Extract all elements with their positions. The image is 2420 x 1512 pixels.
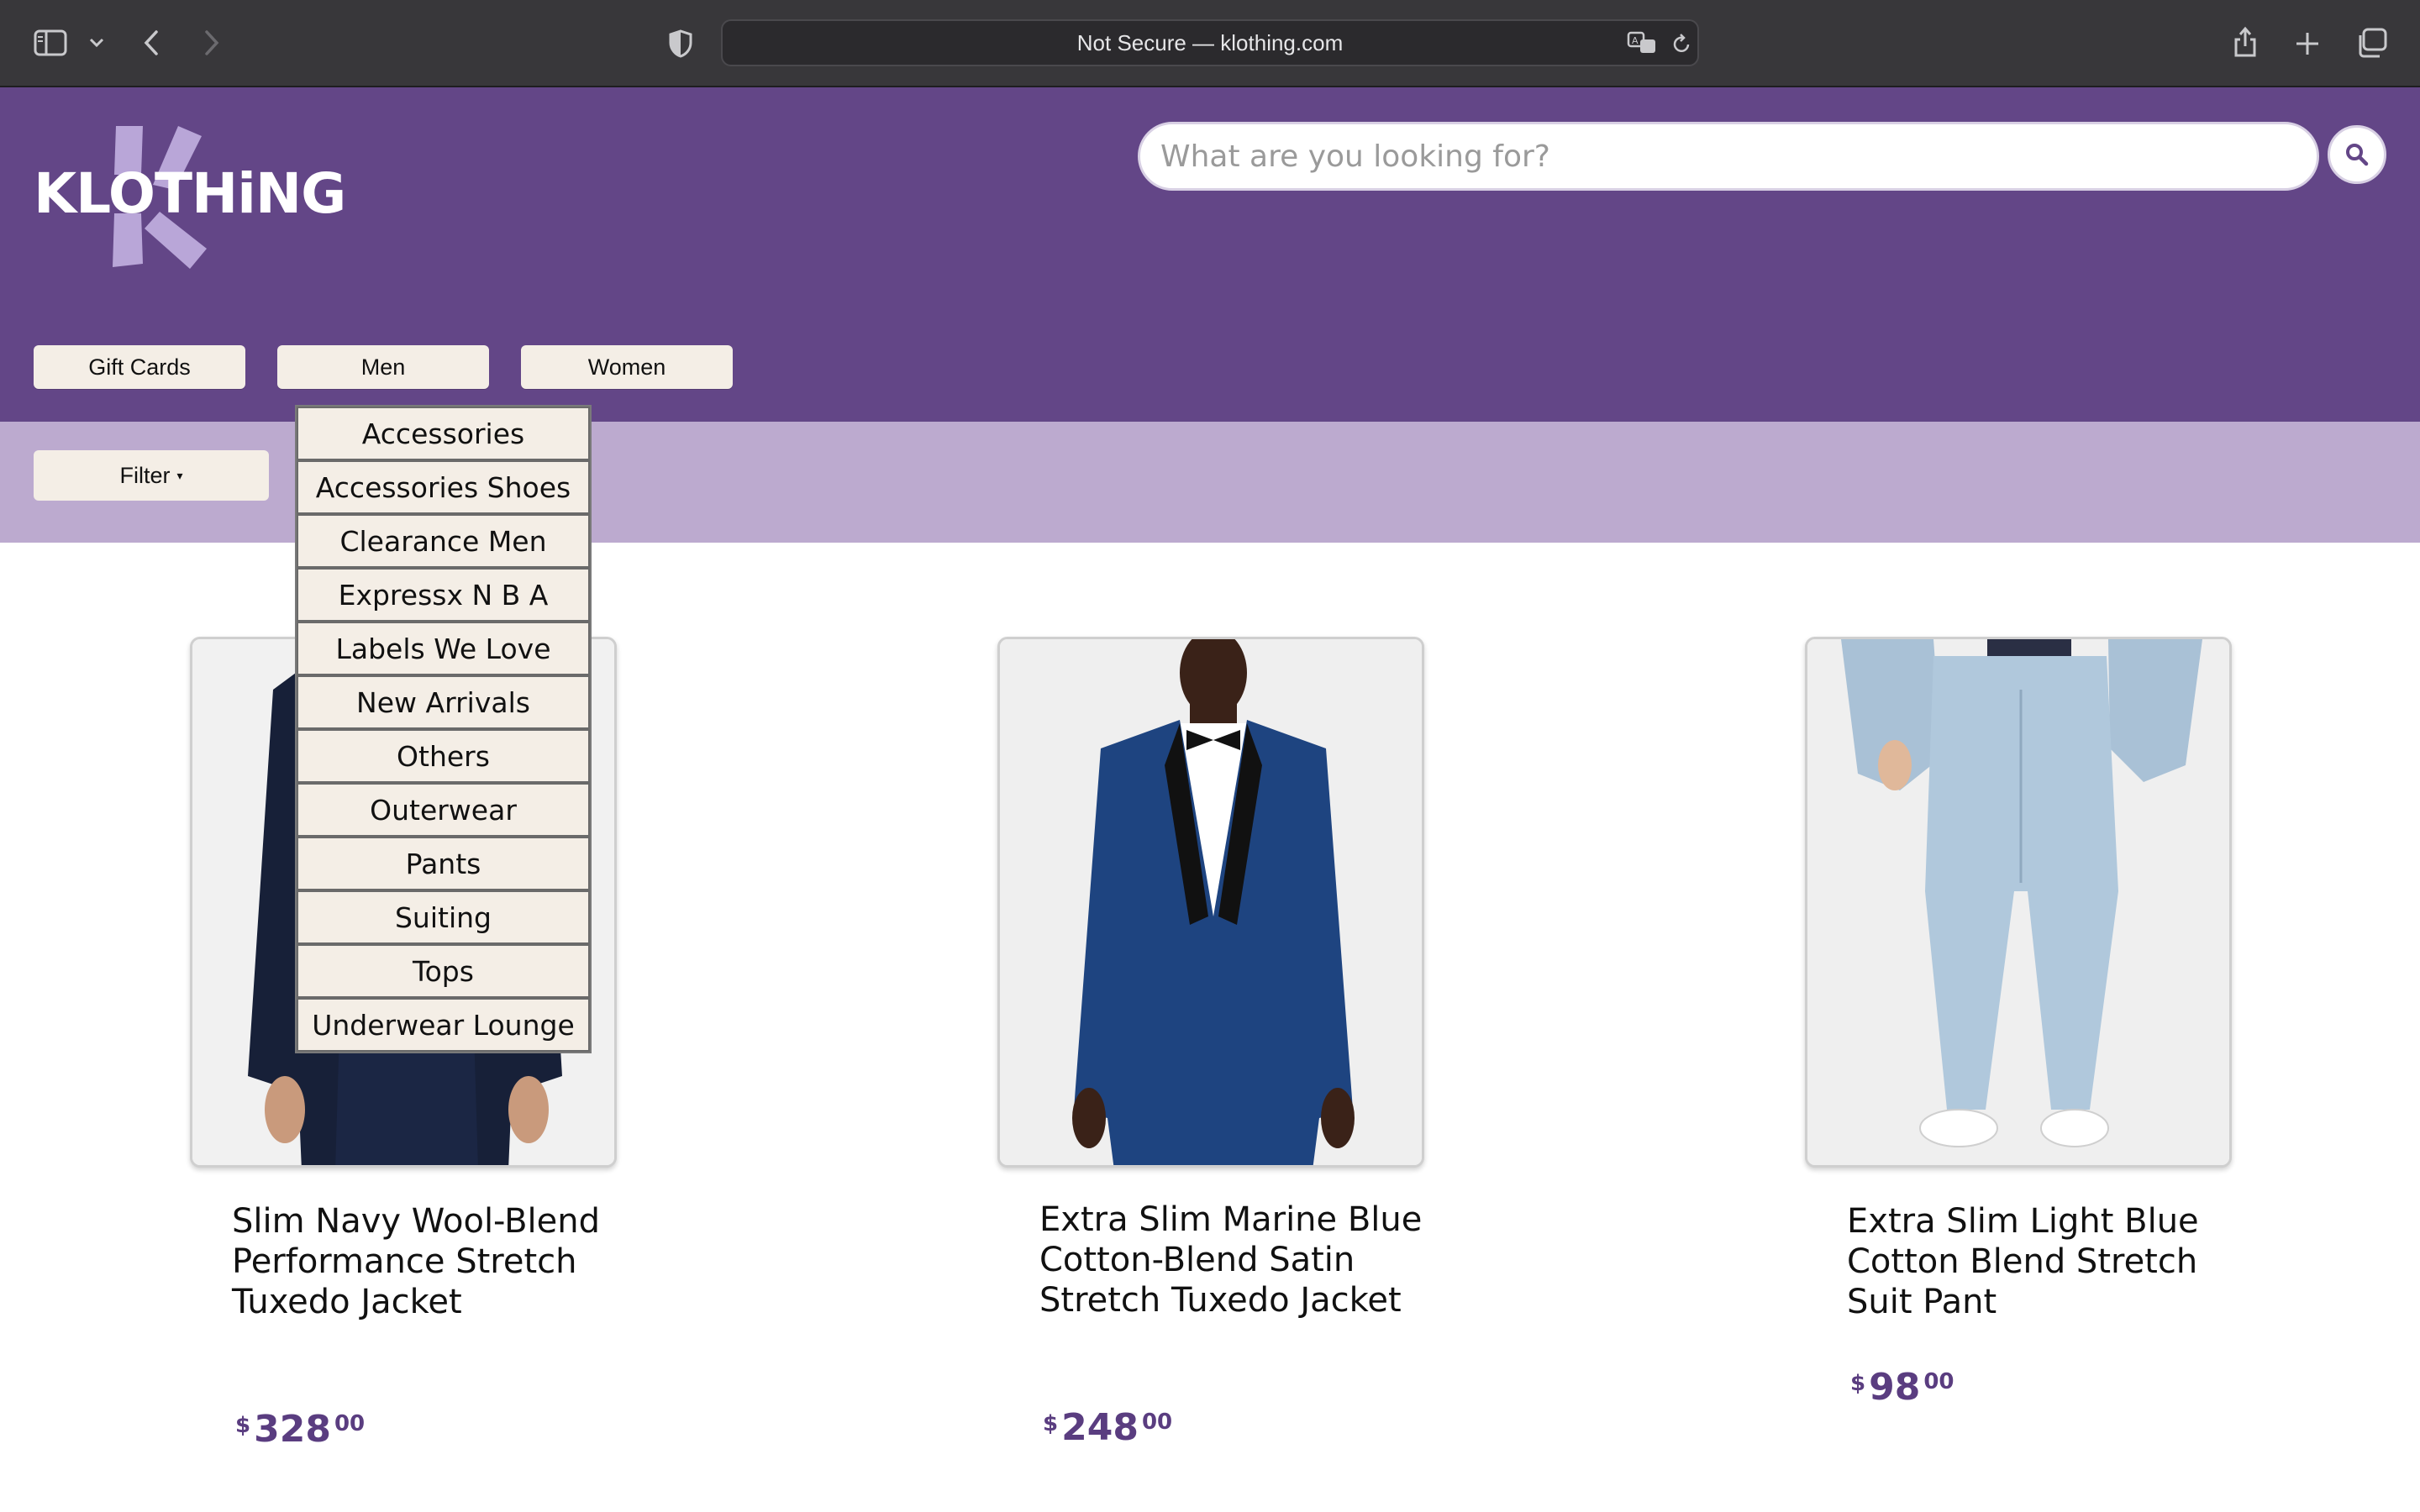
- price-dollars: 328: [254, 1408, 331, 1451]
- privacy-shield-icon[interactable]: [664, 27, 697, 60]
- menu-item-suiting[interactable]: Suiting: [297, 890, 590, 944]
- filter-button[interactable]: Filter ▾: [34, 450, 269, 501]
- menu-item-expressx-nba[interactable]: Expressx N B A: [297, 568, 590, 622]
- product-price: $ 328 00: [235, 1408, 365, 1452]
- new-tab-plus-icon[interactable]: [2291, 27, 2324, 60]
- menu-item-new-arrivals[interactable]: New Arrivals: [297, 675, 590, 729]
- menu-item-tops[interactable]: Tops: [297, 944, 590, 998]
- forward-arrow-icon[interactable]: [195, 25, 229, 60]
- tab-overview-icon[interactable]: [2353, 25, 2390, 60]
- price-cents: 00: [334, 1411, 366, 1436]
- price-currency: $: [1850, 1371, 1866, 1396]
- caret-down-icon: ▾: [176, 468, 183, 482]
- translate-icon[interactable]: A: [1625, 29, 1659, 56]
- menu-item-accessories-shoes[interactable]: Accessories Shoes: [297, 460, 590, 514]
- site-logo[interactable]: KLOTHiNG: [34, 119, 346, 274]
- product-price: $ 248 00: [1043, 1406, 1172, 1450]
- price-dollars: 248: [1061, 1406, 1139, 1449]
- menu-item-clearance-men[interactable]: Clearance Men: [297, 514, 590, 568]
- address-bar[interactable]: Not Secure — klothing.com A: [721, 19, 1699, 66]
- sidebar-toggle-icon[interactable]: [32, 27, 69, 59]
- browser-toolbar: Not Secure — klothing.com A: [0, 0, 2420, 87]
- svg-text:A: A: [1632, 35, 1639, 46]
- menu-item-underwear-lounge[interactable]: Underwear Lounge: [297, 998, 590, 1052]
- share-icon[interactable]: [2228, 24, 2262, 60]
- search-box: [1138, 122, 2319, 191]
- price-currency: $: [1043, 1411, 1059, 1436]
- menu-item-accessories[interactable]: Accessories: [297, 407, 590, 460]
- price-cents: 00: [1141, 1410, 1173, 1435]
- menu-item-outerwear[interactable]: Outerwear: [297, 783, 590, 837]
- nav-men-button[interactable]: Men: [277, 345, 489, 389]
- product-title[interactable]: Extra Slim Marine Blue Cotton-Blend Sati…: [1039, 1200, 1426, 1320]
- search-button[interactable]: [2328, 125, 2386, 184]
- product-image-light-blue-suit-pant[interactable]: [1805, 637, 2232, 1168]
- logo-wordmark: KLOTHiNG: [34, 161, 346, 226]
- chevron-down-icon[interactable]: [84, 32, 109, 54]
- reload-icon[interactable]: [1669, 31, 1694, 56]
- men-dropdown-menu: Accessories Accessories Shoes Clearance …: [295, 405, 592, 1053]
- back-arrow-icon[interactable]: [134, 25, 168, 60]
- price-dollars: 98: [1869, 1366, 1921, 1409]
- product-price: $ 98 00: [1850, 1366, 1954, 1410]
- search-input[interactable]: [1160, 124, 2295, 188]
- product-title[interactable]: Extra Slim Light Blue Cotton Blend Stret…: [1847, 1201, 2233, 1322]
- menu-item-pants[interactable]: Pants: [297, 837, 590, 890]
- menu-item-others[interactable]: Others: [297, 729, 590, 783]
- price-currency: $: [235, 1413, 251, 1438]
- filter-label: Filter: [119, 462, 171, 488]
- nav-women-button[interactable]: Women: [521, 345, 733, 389]
- nav-gift-cards-button[interactable]: Gift Cards: [34, 345, 245, 389]
- price-cents: 00: [1923, 1369, 1954, 1394]
- product-image-marine-blue-tuxedo-jacket[interactable]: [997, 637, 1424, 1168]
- product-title[interactable]: Slim Navy Wool-Blend Performance Stretch…: [232, 1201, 618, 1322]
- search-icon: [2346, 144, 2369, 166]
- menu-item-labels-we-love[interactable]: Labels We Love: [297, 622, 590, 675]
- url-text: Not Secure — klothing.com: [1076, 30, 1344, 55]
